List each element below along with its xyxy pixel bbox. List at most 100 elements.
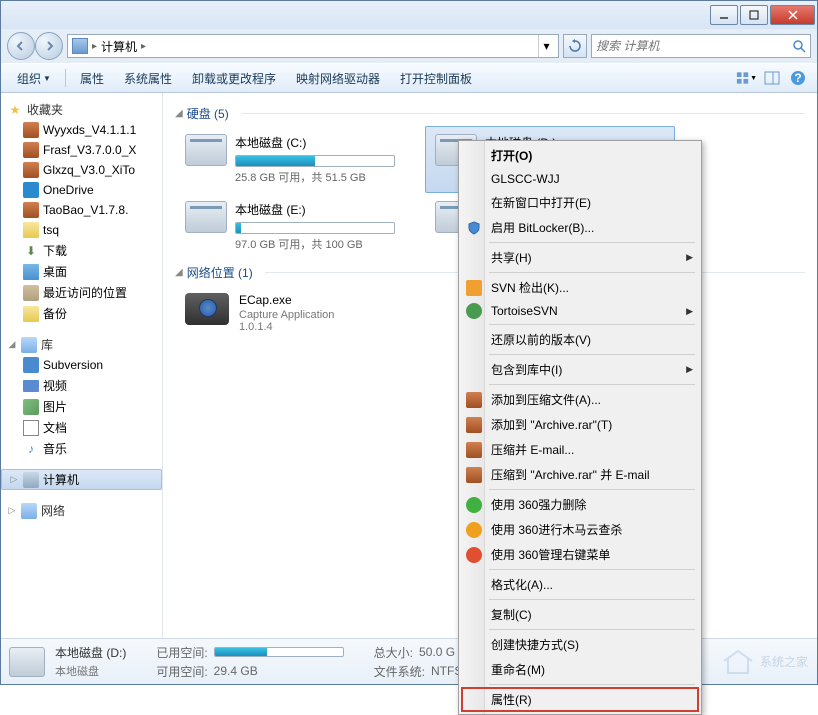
sidebar-network[interactable]: ▷ 网络 <box>1 500 162 521</box>
sidebar-item-label: OneDrive <box>43 183 94 197</box>
menu-separator <box>489 489 695 490</box>
drive-icon <box>185 201 227 233</box>
360-icon <box>465 496 483 514</box>
search-input[interactable] <box>596 39 788 53</box>
sidebar-fav-item[interactable]: OneDrive <box>1 180 162 200</box>
sidebar-fav-item[interactable]: Frasf_V3.7.0.0_X <box>1 140 162 160</box>
menu-item-label: 添加到 "Archive.rar"(T) <box>491 416 612 433</box>
drive-usage-bar <box>235 155 395 167</box>
search-box[interactable] <box>591 34 811 58</box>
sidebar-fav-item[interactable]: 备份 <box>1 303 162 324</box>
menu-item-label: 启用 BitLocker(B)... <box>491 219 594 236</box>
context-menu-item[interactable]: 还原以前的版本(V) <box>461 327 699 352</box>
context-menu-item[interactable]: 复制(C) <box>461 602 699 627</box>
submenu-arrow-icon: ▶ <box>686 364 693 375</box>
properties-button[interactable]: 属性 <box>72 66 112 91</box>
sidebar-lib-item[interactable]: ♪音乐 <box>1 438 162 459</box>
context-menu-item[interactable]: 属性(R) <box>461 687 699 712</box>
hdd-section-header[interactable]: ◢ 硬盘 (5) <box>175 101 805 126</box>
menu-item-label: 格式化(A)... <box>491 576 553 593</box>
help-button[interactable]: ? <box>787 67 809 89</box>
context-menu-item[interactable]: SVN 检出(K)... <box>461 275 699 300</box>
system-properties-button[interactable]: 系统属性 <box>116 66 180 91</box>
forward-button[interactable] <box>35 32 63 60</box>
libraries-header[interactable]: ◢ 库 <box>1 334 162 355</box>
sidebar-item-label: 下载 <box>43 242 67 259</box>
sidebar-item-label: Wyyxds_V4.1.1.1 <box>43 123 136 137</box>
map-drive-button[interactable]: 映射网络驱动器 <box>288 66 388 91</box>
sidebar-lib-item[interactable]: Subversion <box>1 355 162 375</box>
address-dropdown[interactable]: ▾ <box>538 35 554 57</box>
context-menu-item[interactable]: 压缩到 "Archive.rar" 并 E-mail <box>461 462 699 487</box>
context-menu-item[interactable]: 包含到库中(I) ▶ <box>461 357 699 382</box>
menu-item-label: 打开(O) <box>491 147 532 164</box>
context-menu-item[interactable]: 共享(H)▶ <box>461 245 699 270</box>
context-menu-item[interactable]: TortoiseSVN▶ <box>461 300 699 322</box>
view-options-button[interactable]: ▼ <box>735 67 757 89</box>
minimize-button[interactable] <box>710 5 738 25</box>
sidebar-fav-item[interactable]: 最近访问的位置 <box>1 282 162 303</box>
context-menu-item[interactable]: 重命名(M) <box>461 657 699 682</box>
sidebar-fav-item[interactable]: ⬇下载 <box>1 240 162 261</box>
status-fs-label: 文件系统: <box>374 663 425 680</box>
context-menu-item[interactable]: 创建快捷方式(S) <box>461 632 699 657</box>
sidebar-fav-item[interactable]: TaoBao_V1.7.8. <box>1 200 162 220</box>
back-button[interactable] <box>7 32 35 60</box>
network-icon <box>21 503 37 519</box>
address-input[interactable]: ▸ 计算机 ▸ ▾ <box>67 34 559 58</box>
sidebar-lib-item[interactable]: 图片 <box>1 396 162 417</box>
menu-item-label: 在新窗口中打开(E) <box>491 194 591 211</box>
context-menu-item[interactable]: 格式化(A)... <box>461 572 699 597</box>
net-item-desc: Capture Application <box>239 309 334 321</box>
net-item-name: ECap.exe <box>239 293 334 307</box>
uninstall-button[interactable]: 卸载或更改程序 <box>184 66 284 91</box>
sidebar-fav-item[interactable]: tsq <box>1 220 162 240</box>
context-menu-item[interactable]: 添加到压缩文件(A)... <box>461 387 699 412</box>
context-menu-item[interactable]: GLSCC-WJJ <box>461 168 699 190</box>
control-panel-button[interactable]: 打开控制面板 <box>392 66 480 91</box>
sidebar-item-label: tsq <box>43 223 59 237</box>
toolbar: 组织 ▼ 属性 系统属性 卸载或更改程序 映射网络驱动器 打开控制面板 ▼ ? <box>1 63 817 93</box>
menu-item-label: 包含到库中(I) <box>491 361 562 378</box>
refresh-button[interactable] <box>563 34 587 58</box>
close-button[interactable] <box>770 5 815 25</box>
sidebar-item-label: 视频 <box>43 377 67 394</box>
breadcrumb-arrow[interactable]: ▸ <box>92 41 97 52</box>
status-drive-type: 本地磁盘 <box>55 663 126 679</box>
context-menu-item[interactable]: 使用 360强力删除 <box>461 492 699 517</box>
maximize-button[interactable] <box>740 5 768 25</box>
submenu-arrow-icon: ▶ <box>686 306 693 317</box>
context-menu-item[interactable]: 压缩并 E-mail... <box>461 437 699 462</box>
context-menu-item[interactable]: 使用 360进行木马云查杀 <box>461 517 699 542</box>
svn-icon <box>465 279 483 297</box>
breadcrumb-arrow[interactable]: ▸ <box>141 41 146 52</box>
sidebar-fav-item[interactable]: 桌面 <box>1 261 162 282</box>
context-menu-item[interactable]: 启用 BitLocker(B)... <box>461 215 699 240</box>
context-menu-item[interactable]: 在新窗口中打开(E) <box>461 190 699 215</box>
breadcrumb-computer[interactable]: 计算机 <box>101 38 137 55</box>
sidebar-item-label: 桌面 <box>43 263 67 280</box>
sidebar-computer[interactable]: ▷ 计算机 <box>1 469 162 490</box>
folder-icon <box>23 222 39 238</box>
computer-icon <box>72 38 88 54</box>
sidebar-lib-item[interactable]: 视频 <box>1 375 162 396</box>
organize-menu[interactable]: 组织 ▼ <box>9 66 59 91</box>
shield-icon <box>465 219 483 237</box>
drive-free-text: 25.8 GB 可用，共 51.5 GB <box>235 169 415 185</box>
context-menu-item[interactable]: 使用 360管理右键菜单 <box>461 542 699 567</box>
sidebar-lib-item[interactable]: 文档 <box>1 417 162 438</box>
sidebar-fav-item[interactable]: Wyyxds_V4.1.1.1 <box>1 120 162 140</box>
sidebar-item-label: 文档 <box>43 419 67 436</box>
sidebar-fav-item[interactable]: Glxzq_V3.0_XiTo <box>1 160 162 180</box>
status-drive-name: 本地磁盘 (D:) <box>55 644 126 661</box>
context-menu-item[interactable]: 添加到 "Archive.rar"(T) <box>461 412 699 437</box>
favorites-header[interactable]: ★ 收藏夹 <box>1 99 162 120</box>
sidebar-item-label: 图片 <box>43 398 67 415</box>
menu-separator <box>489 242 695 243</box>
preview-pane-button[interactable] <box>761 67 783 89</box>
drive-item[interactable]: 本地磁盘 (E:) 97.0 GB 可用，共 100 GB <box>175 193 425 260</box>
drive-item[interactable]: 本地磁盘 (C:) 25.8 GB 可用，共 51.5 GB <box>175 126 425 193</box>
context-menu-item[interactable]: 打开(O) <box>461 143 699 168</box>
titlebar <box>1 1 817 29</box>
menu-separator <box>489 629 695 630</box>
